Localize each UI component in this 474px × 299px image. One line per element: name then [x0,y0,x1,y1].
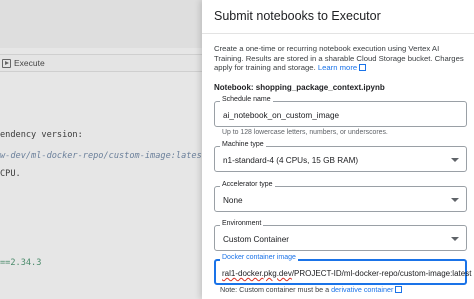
external-link-icon [359,64,367,72]
code-line: ==2.34.3 [0,258,42,268]
container-note: Note: Custom container must be a derivat… [220,285,403,294]
panel-header: Submit notebooks to Executor [202,0,474,34]
notebook-background: Execute endency version: w-dev/ml-docker… [0,0,202,299]
panel-description: Create a one-time or recurring notebook … [214,44,468,73]
learn-more-link[interactable]: Learn more [318,63,367,72]
submit-executor-panel: Submit notebooks to Executor Create a on… [202,0,474,299]
notebook-toolbar: Execute [0,54,202,72]
environment-select[interactable]: Environment Custom Container [214,220,467,251]
environment-label: Environment [220,220,264,227]
docker-image-label: Docker container image [220,254,298,261]
schedule-name-value: ai_notebook_on_custom_image [223,111,340,120]
machine-type-value: n1-standard-4 (4 CPUs, 15 GB RAM) [223,156,359,165]
accelerator-type-label: Accelerator type [220,181,275,188]
schedule-name-input[interactable]: Schedule name ai_notebook_on_custom_imag… [214,96,467,127]
code-line: endency version: [0,130,83,140]
execute-icon [2,58,11,68]
code-line: w-dev/ml-docker-repo/custom-image:latest… [0,151,202,161]
execute-button[interactable]: Execute [2,58,45,68]
chevron-down-icon [451,198,459,202]
docker-image-path: /PROJECT-ID/ml-docker-repo/custom-image:… [291,269,472,278]
docker-image-host: ral1-docker.pkg.dev [222,269,292,278]
external-link-icon [395,286,403,293]
chevron-down-icon [451,237,459,241]
docker-image-input[interactable]: Docker container image ral1-docker.pkg.d… [214,254,471,285]
accelerator-type-select[interactable]: Accelerator type None [214,181,467,212]
docker-image-value: ral1-docker.pkg.dev/PROJECT-ID/ml-docker… [222,269,471,278]
notebook-label: Notebook: [214,83,254,92]
panel-title: Submit notebooks to Executor [214,9,381,23]
code-line: CPU. [0,169,21,179]
derivative-container-link[interactable]: derivative container [331,285,403,294]
environment-value: Custom Container [223,235,289,244]
notebook-header-area [0,0,202,48]
machine-type-select[interactable]: Machine type n1-standard-4 (4 CPUs, 15 G… [214,141,467,172]
accelerator-type-value: None [223,196,243,205]
notebook-filename: shopping_package_context.ipynb [255,83,385,92]
schedule-name-label: Schedule name [220,96,273,103]
machine-type-label: Machine type [220,141,266,148]
execute-label: Execute [14,58,45,68]
schedule-name-hint: Up to 128 lowercase letters, numbers, or… [222,129,388,136]
chevron-down-icon [451,158,459,162]
note-text: Note: Custom container must be a [220,285,330,294]
notebook-name-line: Notebook: shopping_package_context.ipynb [214,83,385,92]
